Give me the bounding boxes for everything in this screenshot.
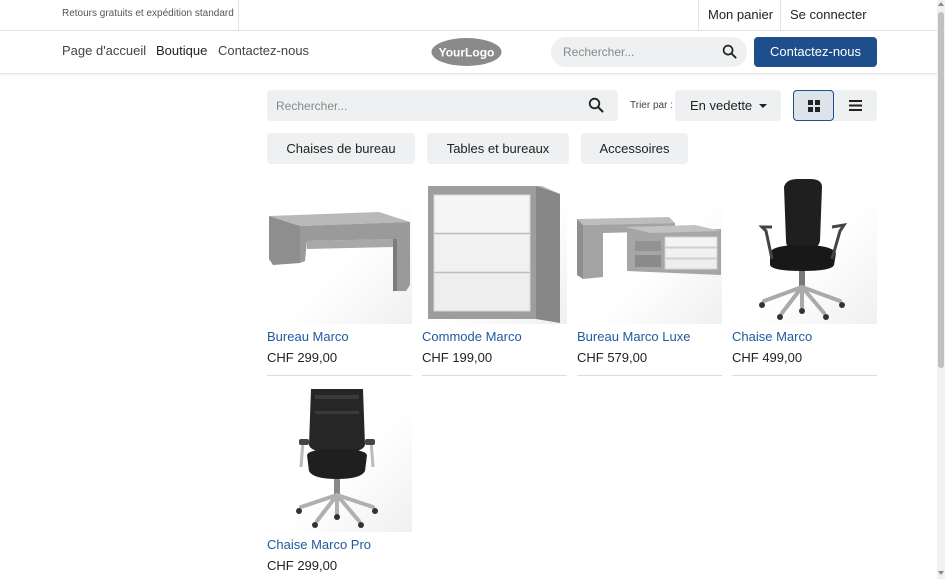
- scroll-down-icon[interactable]: [938, 571, 944, 575]
- cart-link[interactable]: Mon panier: [708, 7, 773, 22]
- drawer-cabinet-image[interactable]: [422, 179, 567, 324]
- executive-chair-image[interactable]: [267, 387, 412, 532]
- grid-view-button[interactable]: [793, 90, 834, 121]
- divider: [422, 375, 567, 376]
- nav-item-shop[interactable]: Boutique: [156, 43, 207, 58]
- page-scrollbar[interactable]: [937, 0, 945, 579]
- logo-text: YourLogo: [439, 46, 495, 60]
- product-price: CHF 199,00: [422, 350, 493, 365]
- header-search-placeholder: Rechercher...: [563, 45, 635, 59]
- divider: [780, 0, 781, 30]
- divider: [238, 0, 239, 30]
- divider: [577, 375, 722, 376]
- caret-down-icon: [759, 104, 767, 108]
- product-price: CHF 299,00: [267, 558, 338, 573]
- top-bar: Retours gratuits et expédition standard …: [0, 0, 937, 31]
- sort-label: Trier par :: [630, 100, 673, 111]
- desk-image[interactable]: [267, 179, 412, 324]
- nav-item-contact[interactable]: Contactez-nous: [218, 43, 309, 58]
- product-price: CHF 579,00: [577, 350, 648, 365]
- logo[interactable]: YourLogo: [431, 37, 502, 67]
- product-name[interactable]: Bureau Marco: [267, 329, 349, 344]
- category-tables-desks[interactable]: Tables et bureaux: [427, 133, 569, 164]
- scroll-up-icon[interactable]: [938, 2, 944, 6]
- nav-item-home[interactable]: Page d'accueil: [62, 43, 146, 58]
- contact-button[interactable]: Contactez-nous: [754, 37, 877, 67]
- login-link[interactable]: Se connecter: [790, 7, 867, 22]
- product-name[interactable]: Chaise Marco: [732, 329, 812, 344]
- search-icon[interactable]: [588, 97, 604, 113]
- list-icon: [849, 100, 862, 111]
- category-accessories[interactable]: Accessoires: [581, 133, 688, 164]
- corner-desk-image[interactable]: [577, 179, 722, 324]
- divider: [698, 0, 699, 30]
- category-office-chairs[interactable]: Chaises de bureau: [267, 133, 415, 164]
- view-toggle: [793, 90, 877, 121]
- shop-search-input[interactable]: Rechercher...: [267, 90, 618, 121]
- sort-value: En vedette: [690, 98, 753, 113]
- office-chair-image[interactable]: [732, 179, 877, 324]
- promo-text: Retours gratuits et expédition standard: [62, 8, 234, 19]
- shop-search-placeholder: Rechercher...: [276, 99, 348, 113]
- divider: [732, 375, 877, 376]
- search-icon[interactable]: [722, 44, 737, 59]
- sort-dropdown[interactable]: En vedette: [675, 90, 781, 121]
- divider: [267, 375, 412, 376]
- list-view-button[interactable]: [835, 90, 877, 121]
- header-search[interactable]: Rechercher...: [551, 37, 747, 67]
- main-navbar: Page d'accueil Boutique Contactez-nous Y…: [0, 31, 937, 74]
- product-name[interactable]: Commode Marco: [422, 329, 522, 344]
- product-name[interactable]: Chaise Marco Pro: [267, 537, 371, 552]
- product-price: CHF 299,00: [267, 350, 338, 365]
- scrollbar-thumb[interactable]: [938, 12, 944, 368]
- product-name[interactable]: Bureau Marco Luxe: [577, 329, 690, 344]
- product-price: CHF 499,00: [732, 350, 803, 365]
- grid-icon: [808, 100, 820, 112]
